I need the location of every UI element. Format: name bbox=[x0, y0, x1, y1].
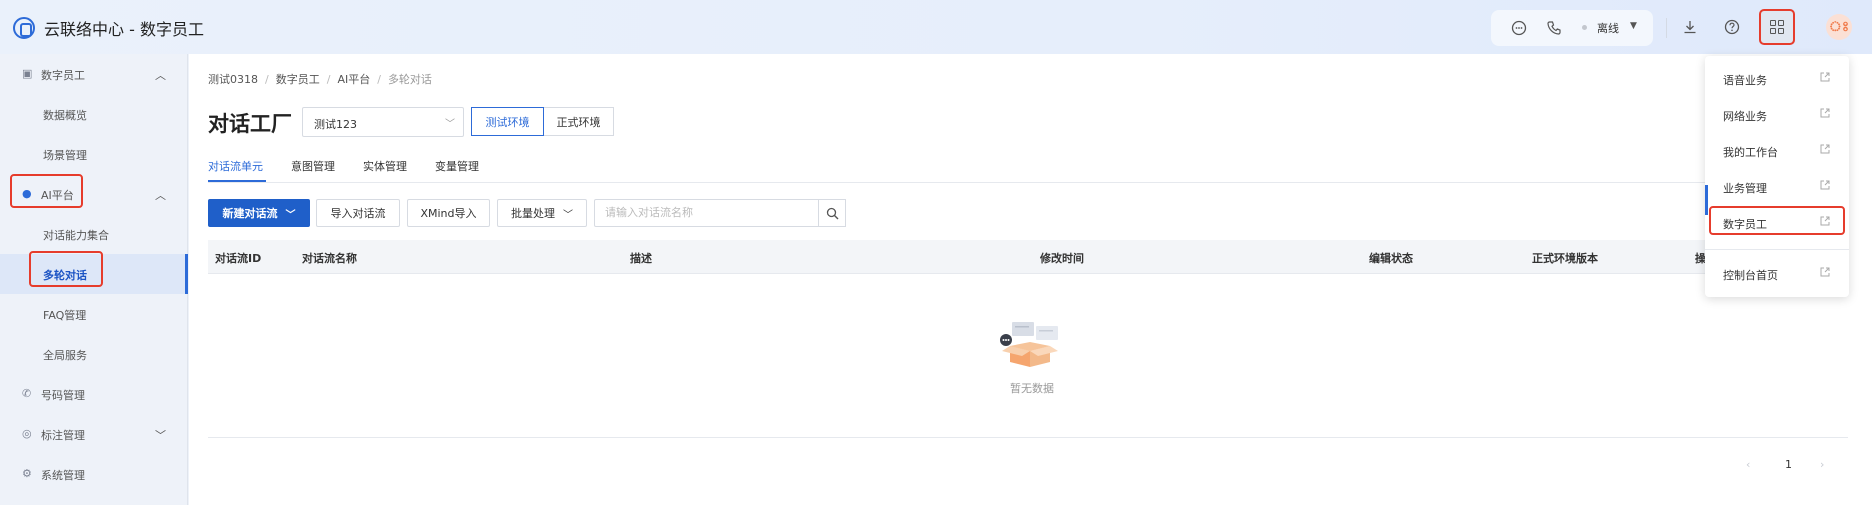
tab-variable-management[interactable]: 变量管理 bbox=[435, 158, 479, 174]
external-link-icon bbox=[1820, 108, 1830, 118]
sidebar-item-label: 场景管理 bbox=[43, 149, 87, 162]
column-header: 编辑状态 bbox=[1369, 252, 1413, 265]
chevron-down-icon: ﹀ bbox=[155, 429, 166, 442]
xmind-import-button[interactable]: XMind导入 bbox=[407, 199, 490, 227]
chevron-up-icon: ︿ bbox=[155, 189, 166, 202]
sidebar-item-scene-management[interactable]: 场景管理 bbox=[0, 134, 188, 174]
search-button[interactable] bbox=[818, 199, 846, 227]
env-prod-toggle[interactable]: 正式环境 bbox=[543, 107, 614, 136]
menu-item-label: 业务管理 bbox=[1723, 182, 1767, 195]
batch-process-label: 批量处理 bbox=[511, 207, 555, 220]
chevron-down-icon[interactable]: ▼ bbox=[1630, 21, 1637, 31]
breadcrumb: 测试0318/数字员工 / AI平台 / 多轮对话 bbox=[208, 71, 432, 87]
search-input[interactable] bbox=[594, 199, 819, 227]
tag-icon: ◎ bbox=[22, 427, 32, 440]
page-title: 对话工厂 bbox=[208, 112, 292, 136]
gear-icon: ⚙ bbox=[22, 467, 32, 480]
header-divider bbox=[1666, 18, 1667, 38]
external-link-icon bbox=[1820, 72, 1830, 82]
pagination-next[interactable]: › bbox=[1820, 458, 1824, 471]
phone-icon: ✆ bbox=[22, 387, 32, 400]
chevron-down-icon: ﹀ bbox=[285, 209, 296, 221]
menu-item-voice-business[interactable]: 语音业务 bbox=[1705, 63, 1849, 93]
search-icon bbox=[826, 207, 838, 219]
breadcrumb-current: 多轮对话 bbox=[387, 73, 432, 86]
help-icon[interactable] bbox=[1724, 19, 1740, 35]
menu-divider bbox=[1705, 249, 1849, 250]
pagination-page[interactable]: 1 bbox=[1785, 458, 1792, 471]
menu-item-network-business[interactable]: 网络业务 bbox=[1705, 99, 1849, 129]
project-select-value: 测试123 bbox=[314, 118, 357, 131]
sidebar-item-label: 全局服务 bbox=[43, 349, 87, 362]
column-header: 对话流ID bbox=[215, 252, 262, 265]
menu-item-label: 我的工作台 bbox=[1723, 146, 1778, 159]
column-header: 对话流名称 bbox=[302, 252, 357, 265]
tab-entity-management[interactable]: 实体管理 bbox=[363, 158, 407, 174]
download-icon[interactable] bbox=[1682, 19, 1698, 35]
new-flow-label: 新建对话流 bbox=[222, 207, 278, 220]
apps-grid-button[interactable] bbox=[1759, 9, 1795, 45]
menu-item-label: 语音业务 bbox=[1723, 74, 1767, 87]
external-link-icon bbox=[1820, 267, 1830, 277]
table-bottom-divider bbox=[208, 437, 1848, 438]
pagination-prev[interactable]: ‹ bbox=[1746, 458, 1750, 471]
highlight-multi-turn-dialog bbox=[29, 251, 103, 287]
import-flow-button[interactable]: 导入对话流 bbox=[316, 199, 400, 227]
empty-box-icon bbox=[1000, 322, 1058, 367]
column-header: 正式环境版本 bbox=[1532, 252, 1598, 265]
project-select[interactable]: 测试123 ﹀ bbox=[302, 107, 464, 137]
chevron-up-icon: ︿ bbox=[155, 69, 166, 82]
new-flow-button[interactable]: 新建对话流 ﹀ bbox=[208, 199, 310, 227]
breadcrumb-item[interactable]: AI平台 bbox=[337, 71, 370, 87]
sidebar-item-label: 数字员工 bbox=[41, 69, 85, 82]
highlight-ai-platform bbox=[10, 174, 83, 208]
phone-icon[interactable] bbox=[1546, 20, 1562, 36]
apps-grid-icon bbox=[1770, 20, 1784, 34]
sidebar-item-system[interactable]: ⚙ 系统管理 bbox=[0, 454, 188, 494]
sidebar-item-label: FAQ管理 bbox=[43, 309, 87, 322]
chevron-down-icon: ﹀ bbox=[445, 119, 455, 130]
empty-state-text: 暂无数据 bbox=[1010, 382, 1054, 395]
menu-item-console-home[interactable]: 控制台首页 bbox=[1705, 258, 1849, 288]
status-label[interactable]: 离线 bbox=[1597, 20, 1619, 36]
tab-divider bbox=[208, 182, 1848, 183]
column-header: 描述 bbox=[630, 252, 652, 265]
apps-dropdown-menu: 语音业务 网络业务 我的工作台 业务管理 数字员工 控制台首页 bbox=[1705, 56, 1849, 297]
sidebar-item-label: 号码管理 bbox=[41, 389, 85, 402]
menu-item-business-management[interactable]: 业务管理 bbox=[1705, 171, 1849, 201]
menu-item-my-workbench[interactable]: 我的工作台 bbox=[1705, 135, 1849, 165]
status-dot-icon bbox=[1582, 25, 1587, 30]
app-logo-icon bbox=[13, 17, 35, 39]
sidebar-item-digital-staff[interactable]: ▣ 数字员工 ︿ bbox=[0, 54, 188, 94]
sidebar-item-faq[interactable]: FAQ管理 bbox=[0, 294, 188, 334]
sidebar-item-label: 标注管理 bbox=[41, 429, 85, 442]
robot-icon: ▣ bbox=[22, 67, 33, 80]
breadcrumb-item[interactable]: 数字员工 bbox=[276, 71, 320, 87]
tab-dialog-flow-unit[interactable]: 对话流单元 bbox=[208, 158, 263, 174]
external-link-icon bbox=[1820, 180, 1830, 190]
app-title: 云联络中心 - 数字员工 bbox=[44, 20, 204, 39]
sidebar-item-data-overview[interactable]: 数据概览 bbox=[0, 94, 188, 134]
sidebar-item-label: 系统管理 bbox=[41, 469, 85, 482]
tab-intent-management[interactable]: 意图管理 bbox=[291, 158, 335, 174]
table-header: 对话流ID 对话流名称 描述 修改时间 编辑状态 正式环境版本 操 bbox=[208, 240, 1848, 274]
sidebar-item-annotation[interactable]: ◎ 标注管理 ﹀ bbox=[0, 414, 188, 454]
sidebar-item-label: 数据概览 bbox=[43, 109, 87, 122]
chat-icon[interactable] bbox=[1511, 20, 1527, 36]
sidebar-item-number-management[interactable]: ✆ 号码管理 bbox=[0, 374, 188, 414]
sidebar-item-global-service[interactable]: 全局服务 bbox=[0, 334, 188, 374]
breadcrumb-item[interactable]: 测试0318 bbox=[208, 71, 258, 87]
top-header: 云联络中心 - 数字员工 离线 ▼ ঃ bbox=[0, 0, 1872, 54]
env-test-toggle[interactable]: 测试环境 bbox=[471, 107, 544, 136]
menu-item-label: 网络业务 bbox=[1723, 110, 1767, 123]
batch-process-button[interactable]: 批量处理 ﹀ bbox=[497, 199, 587, 227]
sidebar-item-label: 对话能力集合 bbox=[43, 229, 109, 242]
avatar[interactable]: ঃ bbox=[1826, 14, 1852, 40]
column-header: 修改时间 bbox=[1040, 252, 1084, 265]
highlight-menu-digital-staff bbox=[1709, 206, 1845, 235]
sidebar-item-dialog-abilities[interactable]: 对话能力集合 bbox=[0, 214, 188, 254]
chevron-down-icon: ﹀ bbox=[563, 209, 573, 221]
external-link-icon bbox=[1820, 144, 1830, 154]
menu-item-label: 控制台首页 bbox=[1723, 269, 1778, 282]
